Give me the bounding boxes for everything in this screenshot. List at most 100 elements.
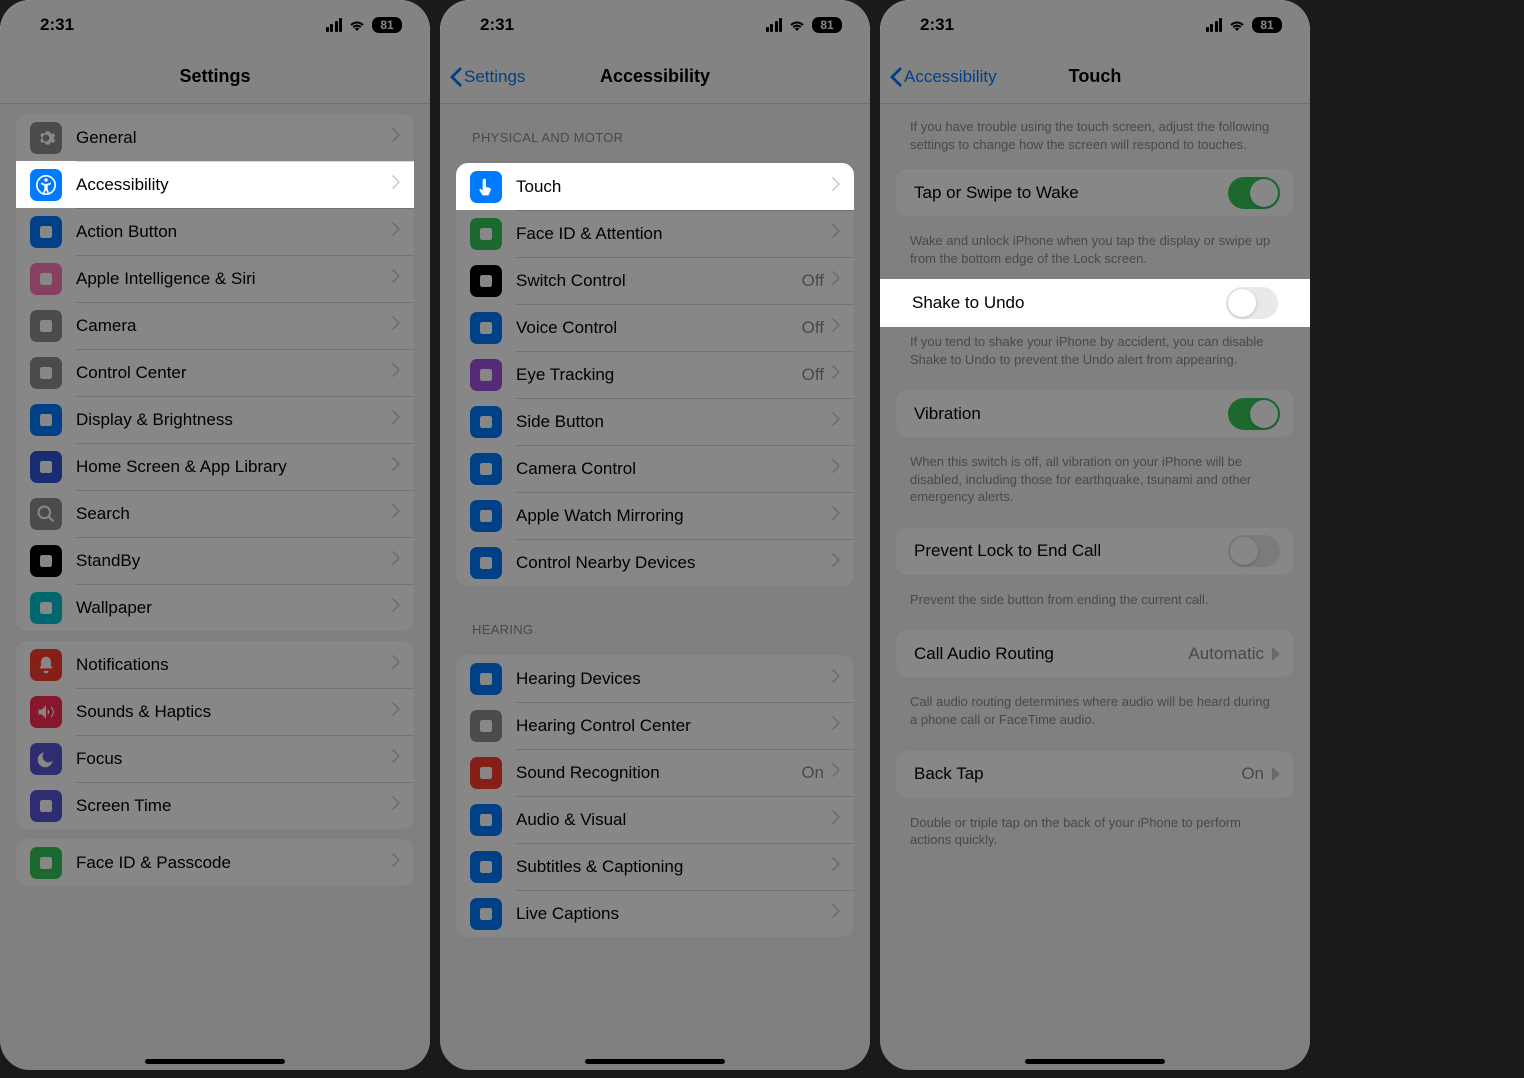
home-indicator — [145, 1059, 285, 1064]
settings-10-row[interactable]: Wallpaper — [16, 584, 414, 631]
screen-settings: 2:31 81 Settings GeneralAccessibilityAct… — [0, 0, 430, 1070]
hearing-0-row[interactable]: Hearing Devices — [456, 655, 854, 702]
physical-8-row[interactable]: Control Nearby Devices — [456, 539, 854, 586]
intro-text: If you have trouble using the touch scre… — [880, 104, 1310, 159]
settings-b-3-row[interactable]: Screen Time — [16, 782, 414, 829]
gear-icon — [30, 122, 62, 154]
settings-7-row[interactable]: Home Screen & App Library — [16, 443, 414, 490]
display-icon — [30, 404, 62, 436]
settings-9-row[interactable]: StandBy — [16, 537, 414, 584]
prevent-lock-row[interactable]: Prevent Lock to End Call — [896, 528, 1294, 575]
physical-1-label: Face ID & Attention — [516, 224, 832, 244]
backtap-group: Back Tap On — [896, 751, 1294, 798]
prevent-lock-group: Prevent Lock to End Call — [896, 528, 1294, 575]
voice-icon — [470, 312, 502, 344]
switch-icon — [470, 265, 502, 297]
back-button[interactable]: Accessibility — [890, 50, 997, 103]
physical-0-row[interactable]: Touch — [456, 163, 854, 210]
physical-6-row[interactable]: Camera Control — [456, 445, 854, 492]
hearing-1-row[interactable]: Hearing Control Center — [456, 702, 854, 749]
chevron-right-icon — [832, 412, 840, 431]
hearing-0-label: Hearing Devices — [516, 669, 832, 689]
chevron-right-icon — [392, 504, 400, 523]
physical-4-row[interactable]: Eye TrackingOff — [456, 351, 854, 398]
hearing-5-label: Live Captions — [516, 904, 832, 924]
prevent-lock-label: Prevent Lock to End Call — [914, 541, 1228, 561]
physical-3-row[interactable]: Voice ControlOff — [456, 304, 854, 351]
settings-5-row[interactable]: Control Center — [16, 349, 414, 396]
eye-icon — [470, 359, 502, 391]
chevron-right-icon — [392, 702, 400, 721]
page-title: Touch — [1069, 66, 1122, 87]
vibration-row[interactable]: Vibration — [896, 390, 1294, 437]
shake-undo-label: Shake to Undo — [912, 293, 1226, 313]
settings-2-row[interactable]: Action Button — [16, 208, 414, 255]
page-title: Settings — [179, 66, 250, 87]
shake-undo-row[interactable]: Shake to Undo — [882, 279, 1308, 327]
settings-2-label: Action Button — [76, 222, 392, 242]
routing-row[interactable]: Call Audio Routing Automatic — [896, 630, 1294, 677]
hourglass-icon — [30, 790, 62, 822]
hearing-3-row[interactable]: Audio & Visual — [456, 796, 854, 843]
backtap-footer: Double or triple tap on the back of your… — [880, 808, 1310, 861]
settings-6-row[interactable]: Display & Brightness — [16, 396, 414, 443]
nav-bar: Settings Accessibility — [440, 50, 870, 104]
tap-wake-label: Tap or Swipe to Wake — [914, 183, 1228, 203]
tap-wake-toggle[interactable] — [1228, 177, 1280, 209]
settings-5-label: Control Center — [76, 363, 392, 383]
physical-0-label: Touch — [516, 177, 832, 197]
settings-b-1-label: Sounds & Haptics — [76, 702, 392, 722]
chevron-right-icon — [832, 553, 840, 572]
settings-8-row[interactable]: Search — [16, 490, 414, 537]
physical-6-label: Camera Control — [516, 459, 832, 479]
settings-3-row[interactable]: Apple Intelligence & Siri — [16, 255, 414, 302]
tap-wake-group: Tap or Swipe to Wake — [896, 169, 1294, 216]
prevent-lock-toggle[interactable] — [1228, 535, 1280, 567]
back-label: Settings — [464, 67, 525, 87]
hearing-4-row[interactable]: Subtitles & Captioning — [456, 843, 854, 890]
chevron-right-icon — [832, 224, 840, 243]
physical-2-row[interactable]: Switch ControlOff — [456, 257, 854, 304]
settings-4-row[interactable]: Camera — [16, 302, 414, 349]
physical-1-row[interactable]: Face ID & Attention — [456, 210, 854, 257]
chevron-right-icon — [392, 551, 400, 570]
siri-icon — [30, 263, 62, 295]
vibration-toggle[interactable] — [1228, 398, 1280, 430]
settings-7-label: Home Screen & App Library — [76, 457, 392, 477]
prevent-lock-footer: Prevent the side button from ending the … — [880, 585, 1310, 621]
settings-b-0-label: Notifications — [76, 655, 392, 675]
signal-icon — [326, 18, 343, 32]
settings-group-b: Notifications Sounds & Haptics FocusScreen… — [16, 641, 414, 829]
back-button[interactable]: Settings — [450, 50, 525, 103]
backtap-label: Back Tap — [914, 764, 1241, 784]
chevron-left-icon — [450, 67, 462, 87]
settings-0-row[interactable]: General — [16, 114, 414, 161]
settings-c-0-row[interactable]: Face ID & Passcode — [16, 839, 414, 886]
backtap-row[interactable]: Back Tap On — [896, 751, 1294, 798]
chevron-right-icon — [392, 457, 400, 476]
chevron-right-icon — [392, 853, 400, 872]
hearing-2-row[interactable]: Sound RecognitionOn — [456, 749, 854, 796]
settings-b-1-row[interactable]: Sounds & Haptics — [16, 688, 414, 735]
physical-2-label: Switch Control — [516, 271, 802, 291]
physical-3-label: Voice Control — [516, 318, 802, 338]
settings-b-0-row[interactable]: Notifications — [16, 641, 414, 688]
physical-7-row[interactable]: Apple Watch Mirroring — [456, 492, 854, 539]
settings-1-row[interactable]: Accessibility — [16, 161, 414, 208]
physical-5-row[interactable]: Side Button — [456, 398, 854, 445]
hearing-5-row[interactable]: Live Captions — [456, 890, 854, 937]
tap-wake-row[interactable]: Tap or Swipe to Wake — [896, 169, 1294, 216]
shake-undo-toggle[interactable] — [1226, 287, 1278, 319]
physical-4-label: Eye Tracking — [516, 365, 802, 385]
vibration-label: Vibration — [914, 404, 1228, 424]
watch-icon — [470, 500, 502, 532]
chevron-right-icon — [392, 316, 400, 335]
routing-label: Call Audio Routing — [914, 644, 1188, 664]
hearing-4-label: Subtitles & Captioning — [516, 857, 832, 877]
status-bar: 2:31 81 — [440, 0, 870, 50]
settings-b-2-row[interactable]: Focus — [16, 735, 414, 782]
routing-value: Automatic — [1188, 644, 1264, 664]
physical-5-label: Side Button — [516, 412, 832, 432]
settings-0-label: General — [76, 128, 392, 148]
section-hearing: HEARING — [440, 596, 870, 645]
